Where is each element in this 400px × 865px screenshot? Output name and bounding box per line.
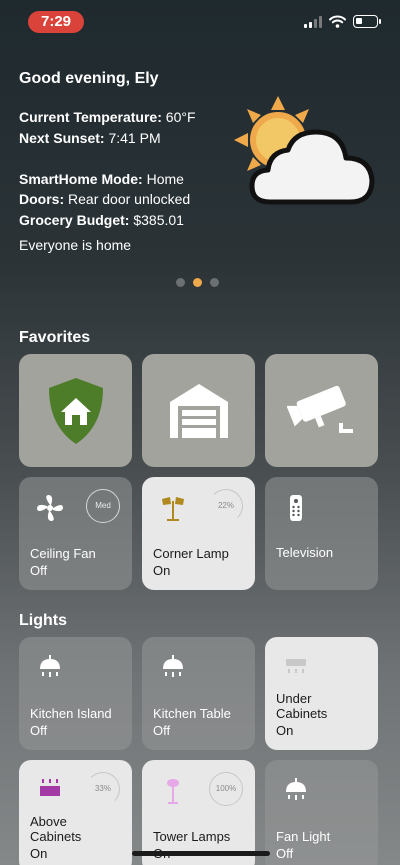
doors-line: Doors: Rear door unlocked bbox=[19, 191, 190, 207]
camera-icon bbox=[286, 385, 353, 433]
device-label: Television bbox=[276, 545, 334, 560]
home-indicator[interactable] bbox=[132, 851, 270, 856]
device-state: On bbox=[153, 563, 171, 578]
ceiling-fan-tile[interactable]: Med Ceiling Fan Off bbox=[19, 477, 132, 590]
temperature-value: 60°F bbox=[165, 109, 196, 125]
mode-label: SmartHome Mode: bbox=[19, 171, 143, 187]
budget-line: Grocery Budget: $385.01 bbox=[19, 212, 184, 228]
mode-value: Home bbox=[146, 171, 184, 187]
temperature-line: Current Temperature: 60°F bbox=[19, 109, 196, 125]
light-state: Off bbox=[276, 846, 294, 861]
brightness-ring[interactable]: 22% bbox=[209, 489, 243, 523]
lights-title: Lights bbox=[19, 612, 67, 629]
fan-speed-ring[interactable]: Med bbox=[86, 489, 120, 523]
sunset-label: Next Sunset: bbox=[19, 130, 105, 146]
pendant-light-icon bbox=[163, 655, 183, 677]
television-tile[interactable]: Television bbox=[265, 477, 378, 590]
sunset-line: Next Sunset: 7:41 PM bbox=[19, 130, 161, 146]
greeting: Good evening, Ely bbox=[19, 70, 159, 87]
doors-label: Doors: bbox=[19, 191, 65, 207]
device-state: Off bbox=[30, 563, 48, 578]
budget-label: Grocery Budget: bbox=[19, 212, 130, 228]
light-tile-under-cabinets[interactable]: Under Cabinets On bbox=[265, 637, 378, 750]
presence-status: Everyone is home bbox=[19, 237, 132, 253]
camera-tile[interactable] bbox=[265, 354, 378, 467]
security-shield-icon bbox=[48, 377, 103, 444]
status-bar: 7:29 bbox=[0, 0, 400, 46]
battery-icon bbox=[353, 15, 381, 28]
light-label: Kitchen Table bbox=[153, 706, 231, 721]
light-tile-kitchen-island[interactable]: Kitchen Island Off bbox=[19, 637, 132, 750]
fan-icon bbox=[37, 495, 63, 521]
sunset-value: 7:41 PM bbox=[108, 130, 161, 146]
budget-value: $385.01 bbox=[133, 212, 184, 228]
light-label: Under Cabinets bbox=[276, 691, 328, 721]
page-indicator[interactable] bbox=[176, 278, 219, 287]
light-state: Off bbox=[153, 723, 171, 738]
page-dot-active[interactable] bbox=[193, 278, 202, 287]
under-cabinet-light-icon bbox=[286, 659, 306, 673]
light-tile-tower-lamps[interactable]: 100% Tower Lamps On bbox=[142, 760, 255, 865]
remote-icon bbox=[290, 495, 302, 521]
device-label: Ceiling Fan bbox=[30, 546, 96, 561]
device-label: Corner Lamp bbox=[153, 546, 229, 561]
light-tile-above-cabinets[interactable]: 33% Above Cabinets On bbox=[19, 760, 132, 865]
light-tile-fan-light[interactable]: Fan Light Off bbox=[265, 760, 378, 865]
pendant-light-icon bbox=[40, 655, 60, 677]
doors-value: Rear door unlocked bbox=[68, 191, 191, 207]
light-state: Off bbox=[30, 723, 48, 738]
light-label: Fan Light bbox=[276, 829, 331, 844]
light-tile-kitchen-table[interactable]: Kitchen Table Off bbox=[142, 637, 255, 750]
floor-lamp-icon bbox=[167, 779, 179, 804]
garage-tile[interactable] bbox=[142, 354, 255, 467]
page-dot[interactable] bbox=[210, 278, 219, 287]
security-tile[interactable] bbox=[19, 354, 132, 467]
above-cabinet-light-icon bbox=[40, 779, 60, 796]
temperature-label: Current Temperature: bbox=[19, 109, 162, 125]
light-state: On bbox=[276, 723, 294, 738]
garage-icon bbox=[169, 383, 228, 438]
status-time: 7:29 bbox=[28, 11, 84, 33]
page-dot[interactable] bbox=[176, 278, 185, 287]
lamp-icon bbox=[162, 497, 184, 521]
status-icons bbox=[304, 15, 381, 28]
brightness-ring[interactable]: 100% bbox=[209, 772, 243, 806]
partly-cloudy-icon bbox=[234, 96, 375, 205]
cellular-signal-icon bbox=[304, 15, 322, 28]
wifi-icon bbox=[329, 15, 346, 28]
corner-lamp-tile[interactable]: 22% Corner Lamp On bbox=[142, 477, 255, 590]
brightness-ring[interactable]: 33% bbox=[86, 772, 120, 806]
mode-line: SmartHome Mode: Home bbox=[19, 171, 184, 187]
pendant-light-icon bbox=[286, 778, 306, 800]
favorites-title: Favorites bbox=[19, 329, 91, 346]
light-label: Kitchen Island bbox=[30, 706, 112, 721]
light-state: On bbox=[30, 846, 48, 861]
light-label: Above Cabinets bbox=[30, 814, 82, 844]
light-label: Tower Lamps bbox=[153, 829, 231, 844]
